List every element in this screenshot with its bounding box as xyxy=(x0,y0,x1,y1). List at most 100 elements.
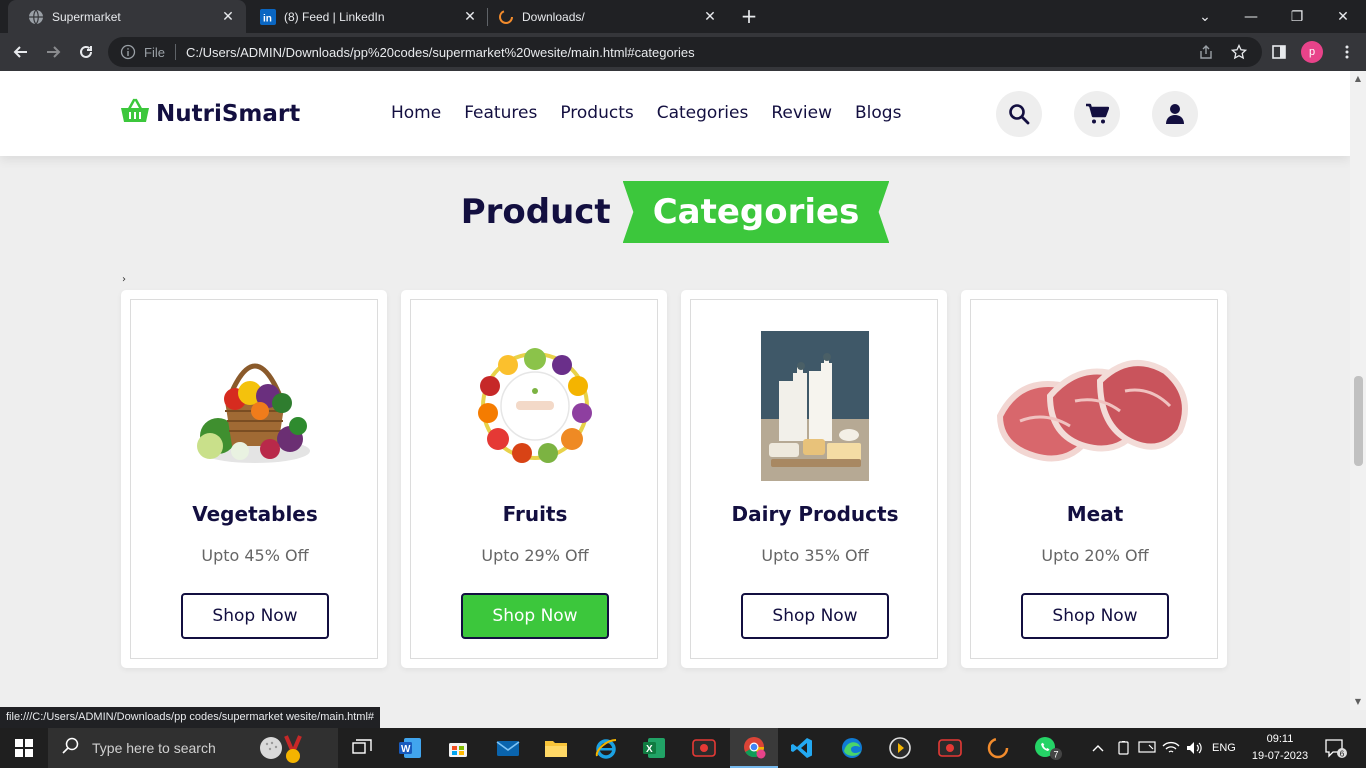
nav-home[interactable]: Home xyxy=(391,103,441,123)
nav-blogs[interactable]: Blogs xyxy=(855,103,901,123)
forward-button[interactable] xyxy=(40,39,66,65)
new-tab-button[interactable]: + xyxy=(738,4,760,28)
side-panel-icon[interactable] xyxy=(1266,39,1292,65)
category-card-vegetables: Vegetables Upto 45% Off Shop Now xyxy=(121,290,387,668)
svg-text:X: X xyxy=(646,744,653,755)
volume-icon[interactable] xyxy=(1186,728,1204,768)
tab-supermarket[interactable]: Supermarket ✕ xyxy=(8,0,246,33)
tab-downloads[interactable]: Downloads/ ✕ xyxy=(478,0,728,33)
network-icon[interactable] xyxy=(1138,728,1156,768)
shop-now-button[interactable]: Shop Now xyxy=(1021,593,1169,639)
vscode-app[interactable] xyxy=(778,728,826,768)
browser-tab-strip: Supermarket ✕ in (8) Feed | LinkedIn ✕ D… xyxy=(0,0,1366,33)
search-icon xyxy=(1009,104,1030,125)
golf-medal-icon xyxy=(258,734,308,768)
nav-features[interactable]: Features xyxy=(464,103,537,123)
battery-icon[interactable] xyxy=(1116,728,1132,768)
taskbar-search[interactable]: Type here to search xyxy=(48,728,338,768)
store-icon xyxy=(449,743,467,757)
fruit-wreath-icon xyxy=(411,330,659,482)
camera-app[interactable] xyxy=(926,728,974,768)
arrow-left-icon xyxy=(13,46,27,58)
info-icon[interactable] xyxy=(120,44,136,60)
back-button[interactable] xyxy=(8,39,34,65)
category-discount: Upto 20% Off xyxy=(1041,546,1149,565)
svg-text:W: W xyxy=(401,744,411,755)
shop-now-button[interactable]: Shop Now xyxy=(461,593,609,639)
logo-text: NutriSmart xyxy=(156,101,301,127)
tab-search-icon[interactable]: ⌄ xyxy=(1182,0,1228,33)
notification-center-icon[interactable]: 6 xyxy=(1324,728,1348,768)
internet-explorer-app[interactable] xyxy=(582,728,630,768)
mail-app[interactable] xyxy=(484,728,532,768)
card-frame: Fruits Upto 29% Off Shop Now xyxy=(410,299,658,659)
user-icon xyxy=(1166,104,1184,124)
link-status-bubble: file:///C:/Users/ADMIN/Downloads/pp code… xyxy=(0,707,381,729)
reload-button[interactable] xyxy=(73,39,99,65)
basket-icon xyxy=(120,98,150,130)
word-app[interactable]: W xyxy=(386,728,434,768)
browser-toolbar: File C:/Users/ADMIN/Downloads/pp%20codes… xyxy=(0,33,1366,71)
close-tab-icon[interactable]: ✕ xyxy=(220,8,236,25)
nav-review[interactable]: Review xyxy=(771,103,832,123)
restore-button[interactable]: ❐ xyxy=(1274,0,1320,33)
tray-chevron-icon[interactable] xyxy=(1092,728,1104,768)
page-scrollbar[interactable]: ▲ ▼ xyxy=(1350,71,1366,710)
site-logo[interactable]: NutriSmart xyxy=(120,98,300,130)
shop-now-button[interactable]: Shop Now xyxy=(181,593,329,639)
cart-button[interactable] xyxy=(1074,91,1120,137)
profile-avatar[interactable]: p xyxy=(1301,41,1323,63)
linkedin-icon: in xyxy=(260,8,276,25)
nav-products[interactable]: Products xyxy=(560,103,633,123)
scroll-down-icon[interactable]: ▼ xyxy=(1354,698,1362,706)
bookmark-star-icon[interactable] xyxy=(1231,37,1247,67)
nav-categories[interactable]: Categories xyxy=(657,103,749,123)
scheme-label: File xyxy=(144,44,165,60)
close-tab-icon[interactable]: ✕ xyxy=(462,8,478,25)
menu-dots-icon[interactable] xyxy=(1334,39,1360,65)
main-nav: Home Features Products Categories Review… xyxy=(391,103,924,123)
media-player-app[interactable] xyxy=(876,728,924,768)
address-bar[interactable]: File C:/Users/ADMIN/Downloads/pp%20codes… xyxy=(108,37,1262,67)
scrollbar-thumb[interactable] xyxy=(1354,376,1363,466)
user-button[interactable] xyxy=(1152,91,1198,137)
url-text[interactable]: C:/Users/ADMIN/Downloads/pp%20codes/supe… xyxy=(186,45,695,60)
arrow-right-icon xyxy=(47,46,61,58)
close-tab-icon[interactable]: ✕ xyxy=(702,8,718,25)
screen-recorder-app[interactable] xyxy=(680,728,728,768)
search-button[interactable] xyxy=(996,91,1042,137)
store-app[interactable] xyxy=(434,728,482,768)
chrome-icon xyxy=(744,737,766,759)
wifi-icon[interactable] xyxy=(1162,728,1180,768)
start-button[interactable] xyxy=(0,728,48,768)
minimize-button[interactable]: — xyxy=(1228,0,1274,33)
loading-app[interactable] xyxy=(974,728,1022,768)
system-clock[interactable]: 09:11 19-07-2023 xyxy=(1248,731,1312,765)
list-marker: › xyxy=(122,274,126,285)
folder-icon xyxy=(545,741,567,757)
file-explorer-app[interactable] xyxy=(532,728,580,768)
excel-icon: X xyxy=(643,738,665,758)
share-icon[interactable] xyxy=(1198,37,1214,67)
category-name: Fruits xyxy=(502,502,568,526)
shop-now-button[interactable]: Shop Now xyxy=(741,593,889,639)
category-card-meat: Meat Upto 20% Off Shop Now xyxy=(961,290,1227,668)
spinner-icon xyxy=(987,737,1009,759)
scroll-up-icon[interactable]: ▲ xyxy=(1354,75,1362,83)
excel-app[interactable]: X xyxy=(630,728,678,768)
language-indicator[interactable]: ENG xyxy=(1212,728,1236,768)
tab-linkedin[interactable]: in (8) Feed | LinkedIn ✕ xyxy=(240,0,488,33)
heading-highlight: Categories xyxy=(622,181,890,243)
whatsapp-app[interactable]: 7 xyxy=(1024,728,1072,768)
mail-icon xyxy=(496,741,520,756)
category-name: Dairy Products xyxy=(731,502,899,526)
edge-app[interactable] xyxy=(828,728,876,768)
close-window-button[interactable]: ✕ xyxy=(1320,0,1366,33)
heading-plain: Product xyxy=(460,192,611,232)
category-discount: Upto 45% Off xyxy=(201,546,309,565)
edge-icon xyxy=(842,738,862,758)
chrome-app[interactable] xyxy=(730,728,778,768)
card-frame: Vegetables Upto 45% Off Shop Now xyxy=(130,299,378,659)
clock-date: 19-07-2023 xyxy=(1251,750,1309,762)
task-view-button[interactable] xyxy=(338,728,386,768)
